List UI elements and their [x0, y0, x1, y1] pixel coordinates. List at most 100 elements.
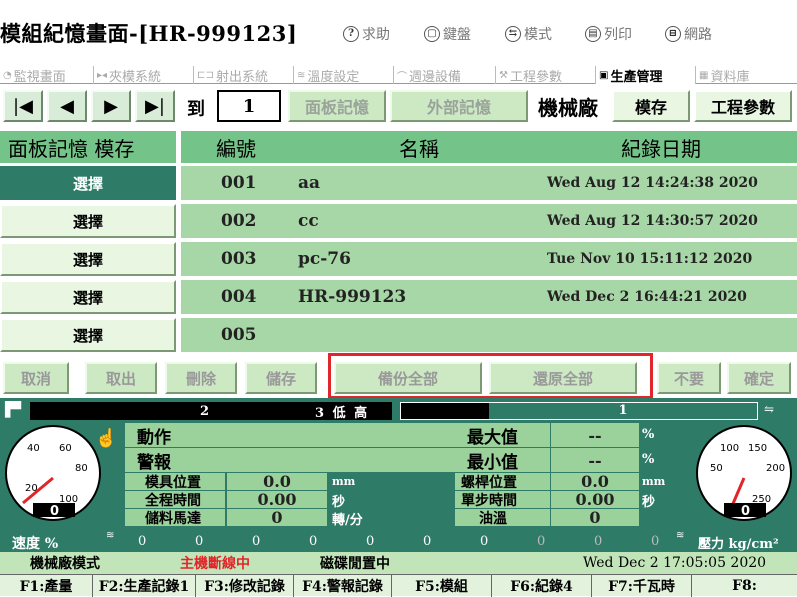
f2-button[interactable]: F2:生產記錄1 [93, 575, 196, 597]
min-label: 最小值 [455, 448, 550, 473]
step-time-value: 0.00 [551, 490, 639, 509]
print-button[interactable]: ▤ 列印 [585, 24, 632, 44]
prev-icon: ◀ [60, 95, 74, 117]
function-key-bar: F1:產量 F2:生產記錄1 F3:修改記錄 F4:警報記錄 F5:模組 F6:… [0, 574, 797, 597]
delete-button[interactable]: 刪除 [165, 362, 237, 394]
last-icon: ▶| [145, 95, 165, 117]
screw-position-value: 0.0 [551, 472, 639, 491]
tab-database[interactable]: ▦ 資料庫 [696, 66, 797, 85]
confirm-button[interactable]: 確定 [727, 362, 791, 394]
datetime: Wed Dec 2 17:05:05 2020 [583, 555, 767, 571]
help-button[interactable]: ? 求助 [343, 24, 390, 44]
production-icon: ▣ [599, 69, 609, 81]
panel-memory-header: 面板記憶 模存 [0, 131, 176, 163]
svg-text:200: 200 [766, 463, 785, 474]
engineering-button[interactable]: 工程參數 [694, 90, 792, 122]
f5-button[interactable]: F5:模組 [392, 575, 492, 597]
svg-text:60: 60 [59, 443, 72, 454]
mold-icon: ▛▘ [5, 402, 27, 418]
external-memory-button[interactable]: 外部記憶 [390, 90, 528, 122]
alarm-row: 警報 [125, 448, 455, 473]
f1-button[interactable]: F1:產量 [0, 575, 93, 597]
table-row[interactable]: 001 aa Wed Aug 12 14:24:38 2020 [181, 166, 797, 200]
mode-button[interactable]: ⇆ 模式 [505, 24, 552, 44]
mode-status: 機械廠模式 [30, 556, 100, 572]
wrench-icon: ⚒ [499, 69, 508, 81]
max-value: -- [551, 423, 639, 447]
select-button-3[interactable]: 選擇 [0, 242, 176, 276]
tab-injection[interactable]: ⊏⊐ 射出系統 [194, 66, 294, 85]
col-name: 名稱 [399, 136, 439, 161]
help-icon: ? [343, 26, 359, 42]
select-button-2[interactable]: 選擇 [0, 204, 176, 238]
tab-monitor[interactable]: ◔ 監視畫面 [0, 66, 94, 85]
first-page-button[interactable]: |◀ [3, 90, 43, 122]
status-bar: 機械廠模式 主機斷線中 磁碟閒置中 Wed Dec 2 17:05:05 202… [0, 552, 797, 574]
page-input[interactable]: 1 [217, 90, 281, 122]
heater-icon: ≋ [676, 530, 685, 541]
f6-button[interactable]: F6:紀錄4 [492, 575, 592, 597]
feed-motor-value: 0 [227, 508, 327, 527]
svg-text:40: 40 [27, 443, 40, 454]
prev-page-button[interactable]: ◀ [47, 90, 87, 122]
oil-temp-value: 0 [551, 508, 639, 527]
min-value: -- [551, 448, 639, 472]
f8-button[interactable]: F8: [692, 575, 797, 597]
f7-button[interactable]: F7:千瓦時 [592, 575, 692, 597]
no-button[interactable]: 不要 [657, 362, 721, 394]
table-row[interactable]: 004 HR-999123 Wed Dec 2 16:44:21 2020 [181, 280, 797, 314]
tab-engineering[interactable]: ⚒ 工程參數 [496, 66, 596, 85]
store-button[interactable]: 儲存 [245, 362, 317, 394]
svg-text:80: 80 [75, 463, 88, 474]
f4-button[interactable]: F4:警報記錄 [294, 575, 392, 597]
action-row: 動作 [125, 423, 455, 448]
network-button[interactable]: ⊟ 網路 [665, 24, 712, 44]
take-out-button[interactable]: 取出 [85, 362, 157, 394]
print-icon: ▤ [585, 26, 601, 42]
table-header: 編號 名稱 紀錄日期 [181, 131, 797, 163]
tab-clamp[interactable]: ▸◂ 夾模系統 [94, 66, 194, 85]
svg-text:100: 100 [720, 443, 739, 454]
hand-icon: ☝ [95, 428, 118, 449]
tab-temperature[interactable]: ≋ 溫度設定 [294, 66, 394, 85]
next-page-button[interactable]: ▶ [91, 90, 131, 122]
select-button-1[interactable]: 選擇 [0, 166, 176, 200]
cancel-button[interactable]: 取消 [3, 362, 69, 394]
table-row[interactable]: 003 pc-76 Tue Nov 10 15:11:12 2020 [181, 242, 797, 276]
disk-status: 磁碟閒置中 [320, 556, 390, 572]
total-time-value: 0.00 [227, 490, 327, 509]
table-row[interactable]: 002 cc Wed Aug 12 14:30:57 2020 [181, 204, 797, 238]
panel-memory-button[interactable]: 面板記憶 [288, 90, 386, 122]
speed-label: 速度 % [12, 536, 59, 552]
pressure-gauge: 50 100 150 200 250 0 [696, 425, 792, 521]
f3-button[interactable]: F3:修改記錄 [196, 575, 294, 597]
peripheral-icon: ⌒ [397, 71, 407, 83]
tab-peripheral[interactable]: ⌒ 週邊設備 [394, 66, 496, 85]
mode-icon: ⇆ [505, 26, 521, 42]
inject-icon: ⊏⊐ [197, 69, 214, 81]
select-button-5[interactable]: 選擇 [0, 318, 176, 352]
mold-position-value: 0.0 [227, 472, 327, 491]
keyboard-icon: ▢ [424, 26, 440, 42]
select-button-4[interactable]: 選擇 [0, 280, 176, 314]
save-mold-button[interactable]: 模存 [612, 90, 690, 122]
tab-bar: ◔ 監視畫面 ▸◂ 夾模系統 ⊏⊐ 射出系統 ≋ 溫度設定 ⌒ 週邊設備 ⚒ 工程參數 ▣ 生… [0, 66, 797, 85]
first-icon: |◀ [13, 95, 33, 117]
backup-all-button[interactable]: 備份全部 [334, 362, 482, 394]
clamp-icon: ▸◂ [97, 69, 108, 81]
keyboard-button[interactable]: ▢ 鍵盤 [424, 24, 471, 44]
svg-text:50: 50 [710, 463, 723, 474]
svg-text:0: 0 [741, 504, 750, 519]
speed-gauge: 20 40 60 80 100 0 [5, 425, 101, 521]
svg-text:0: 0 [50, 504, 59, 519]
status-panel [0, 398, 797, 552]
last-page-button[interactable]: ▶| [135, 90, 175, 122]
table-row[interactable]: 005 [181, 318, 797, 352]
tab-production[interactable]: ▣ 生產管理 [596, 66, 696, 85]
database-icon: ▦ [699, 69, 709, 81]
max-label: 最大值 [455, 423, 550, 448]
pressure-label: 壓力 kg/cm² [698, 537, 779, 552]
progress-bar-left: 2 3 低 高 [30, 402, 392, 421]
network-icon: ⊟ [665, 26, 681, 42]
restore-all-button[interactable]: 還原全部 [489, 362, 637, 394]
